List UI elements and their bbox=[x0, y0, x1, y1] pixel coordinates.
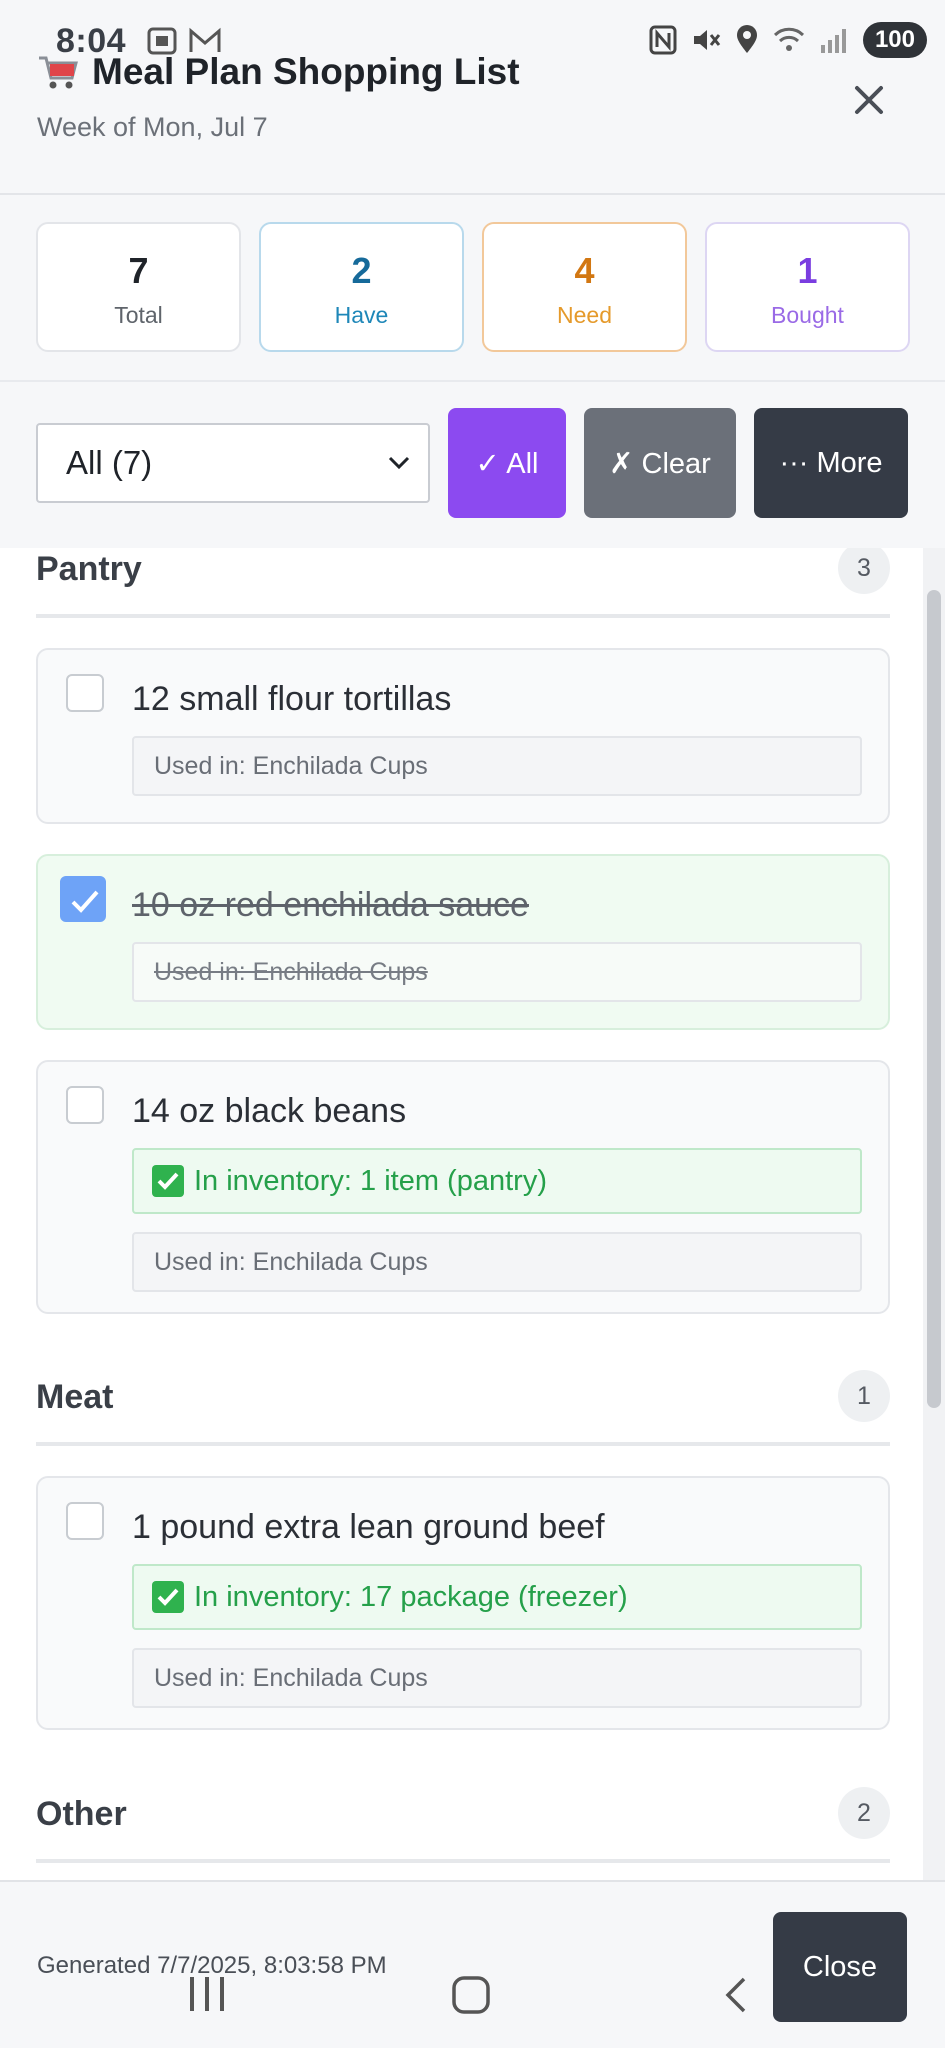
gmail-icon bbox=[189, 27, 221, 52]
status-bar: 8:04 100 bbox=[0, 0, 945, 80]
section-count-badge: 1 bbox=[838, 1370, 890, 1422]
recent-apps-icon[interactable] bbox=[190, 1977, 224, 2011]
list-item[interactable]: 10 oz red enchilada sauce Used in: Enchi… bbox=[36, 854, 890, 1030]
check-all-button[interactable]: ✓ All bbox=[448, 408, 566, 518]
section-divider bbox=[36, 614, 890, 618]
battery-indicator: 100 bbox=[862, 22, 927, 58]
used-in-box: Used in: Enchilada Cups bbox=[132, 942, 862, 1002]
section-title: Other bbox=[36, 1795, 127, 1833]
check-mark-icon bbox=[152, 1581, 184, 1613]
stat-bought: 1 Bought bbox=[705, 222, 910, 352]
stats-row: 7 Total 2 Have 4 Need 1 Bought bbox=[36, 222, 910, 352]
used-in-box: Used in: Enchilada Cups bbox=[132, 1232, 862, 1292]
status-right-icons: 100 bbox=[649, 22, 927, 58]
item-name: 10 oz red enchilada sauce bbox=[132, 886, 529, 924]
week-subtitle: Week of Mon, Jul 7 bbox=[37, 112, 268, 142]
back-icon[interactable] bbox=[725, 1977, 746, 2013]
checkmark-icon bbox=[71, 890, 99, 913]
section-header-meat: Meat 1 bbox=[36, 1370, 890, 1422]
chevron-down-icon bbox=[388, 456, 410, 470]
filter-select[interactable]: All (7) bbox=[36, 423, 430, 503]
scrollbar-thumb[interactable] bbox=[927, 590, 941, 1408]
stat-have-value: 2 bbox=[351, 250, 372, 291]
used-in-box: Used in: Enchilada Cups bbox=[132, 1648, 862, 1708]
item-name: 12 small flour tortillas bbox=[132, 680, 452, 718]
more-button[interactable]: ··· More bbox=[754, 408, 908, 518]
section-header-other: Other 2 bbox=[36, 1787, 890, 1839]
stat-need-label: Need bbox=[557, 302, 612, 328]
home-icon[interactable] bbox=[452, 1976, 490, 2014]
item-checkbox[interactable] bbox=[66, 1086, 104, 1124]
item-checkbox[interactable] bbox=[66, 674, 104, 712]
stat-have: 2 Have bbox=[259, 222, 464, 352]
system-navigation-bar bbox=[190, 1976, 746, 2014]
item-checkbox-checked[interactable] bbox=[60, 876, 106, 922]
location-icon bbox=[736, 25, 757, 53]
section-title: Pantry bbox=[36, 550, 142, 588]
filter-select-value: All (7) bbox=[66, 444, 153, 481]
list-item[interactable]: 14 oz black beans In inventory: 1 item (… bbox=[36, 1060, 890, 1314]
stat-total-label: Total bbox=[114, 302, 163, 328]
item-checkbox[interactable] bbox=[66, 1502, 104, 1540]
stat-bought-label: Bought bbox=[771, 302, 844, 328]
nfc-icon bbox=[649, 25, 677, 55]
used-in-box: Used in: Enchilada Cups bbox=[132, 736, 862, 796]
section-title: Meat bbox=[36, 1378, 114, 1416]
scrollbar-track[interactable] bbox=[923, 548, 945, 1880]
list-item[interactable]: 1 pound extra lean ground beef In invent… bbox=[36, 1476, 890, 1730]
stat-total: 7 Total bbox=[36, 222, 241, 352]
inventory-text: In inventory: 17 package (freezer) bbox=[194, 1580, 628, 1613]
inventory-box: In inventory: 17 package (freezer) bbox=[132, 1564, 862, 1630]
section-divider bbox=[36, 1859, 890, 1863]
signal-icon bbox=[820, 29, 846, 53]
list-item[interactable]: 12 small flour tortillas Used in: Enchil… bbox=[36, 648, 890, 824]
divider bbox=[0, 380, 945, 382]
screenshot-icon bbox=[147, 27, 177, 55]
stat-total-value: 7 bbox=[128, 250, 149, 291]
clear-button[interactable]: ✗ Clear bbox=[584, 408, 736, 518]
close-icon[interactable] bbox=[849, 80, 889, 120]
wifi-icon bbox=[773, 27, 805, 51]
stat-need-value: 4 bbox=[574, 250, 595, 291]
mute-icon bbox=[693, 30, 721, 50]
item-name: 14 oz black beans bbox=[132, 1092, 407, 1130]
inventory-box: In inventory: 1 item (pantry) bbox=[132, 1148, 862, 1214]
section-header-pantry: Pantry 3 bbox=[36, 548, 890, 594]
inventory-text: In inventory: 1 item (pantry) bbox=[194, 1164, 547, 1197]
controls-row: All (7) ✓ All ✗ Clear ··· More bbox=[36, 408, 908, 518]
stat-bought-value: 1 bbox=[797, 250, 818, 291]
section-divider bbox=[36, 1442, 890, 1446]
stat-have-label: Have bbox=[334, 302, 389, 328]
check-mark-icon bbox=[152, 1165, 184, 1197]
section-count-badge: 2 bbox=[838, 1787, 890, 1839]
status-left-icons bbox=[146, 26, 222, 56]
item-name: 1 pound extra lean ground beef bbox=[132, 1508, 605, 1546]
stat-need: 4 Need bbox=[482, 222, 687, 352]
shopping-list[interactable]: Pantry 3 12 small flour tortillas Used i… bbox=[0, 548, 945, 1880]
status-time: 8:04 bbox=[56, 22, 127, 60]
